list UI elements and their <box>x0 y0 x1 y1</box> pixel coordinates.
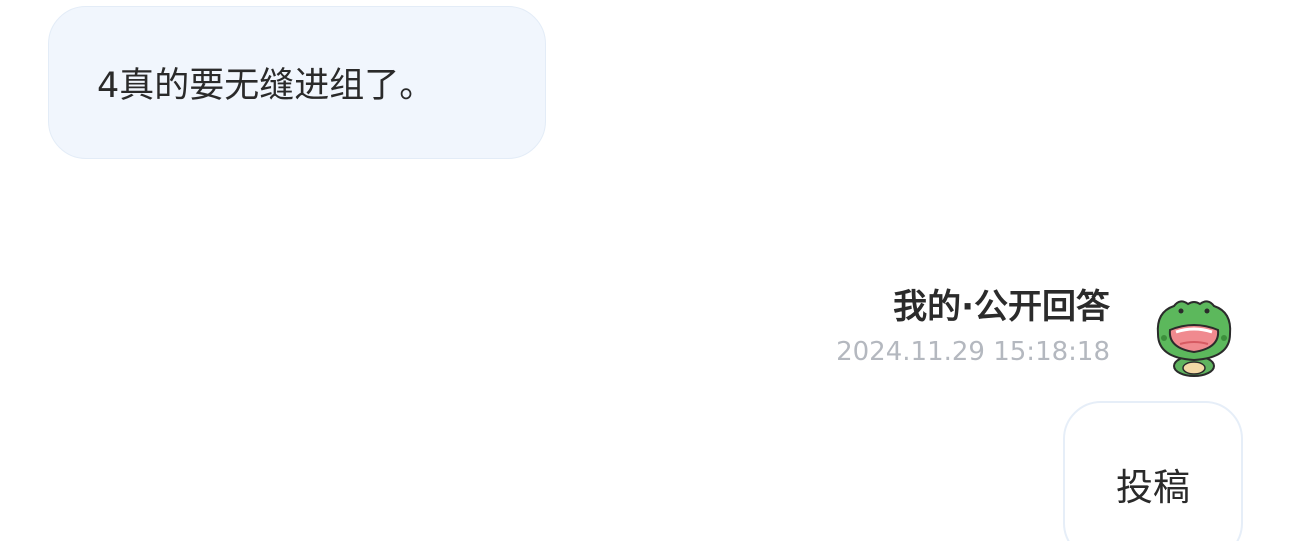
reply-author-label: 我的·公开回答 <box>893 287 1110 327</box>
reply-message-bubble: 投稿 <box>1063 401 1243 541</box>
incoming-message-text: 4真的要无缝进组了。 <box>97 66 435 106</box>
frog-avatar-icon[interactable] <box>1150 294 1238 378</box>
reply-meta: 我的·公开回答 2024.11.29 15:18:18 <box>836 284 1110 370</box>
reply-timestamp: 2024.11.29 15:18:18 <box>836 337 1110 367</box>
frog-avatar-graphic <box>1156 300 1232 377</box>
incoming-message-bubble: 4真的要无缝进组了。 <box>48 6 546 159</box>
reply-message-text: 投稿 <box>1116 466 1190 509</box>
chat-view: 4真的要无缝进组了。 我的·公开回答 2024.11.29 15:18:18 投… <box>0 0 1290 541</box>
